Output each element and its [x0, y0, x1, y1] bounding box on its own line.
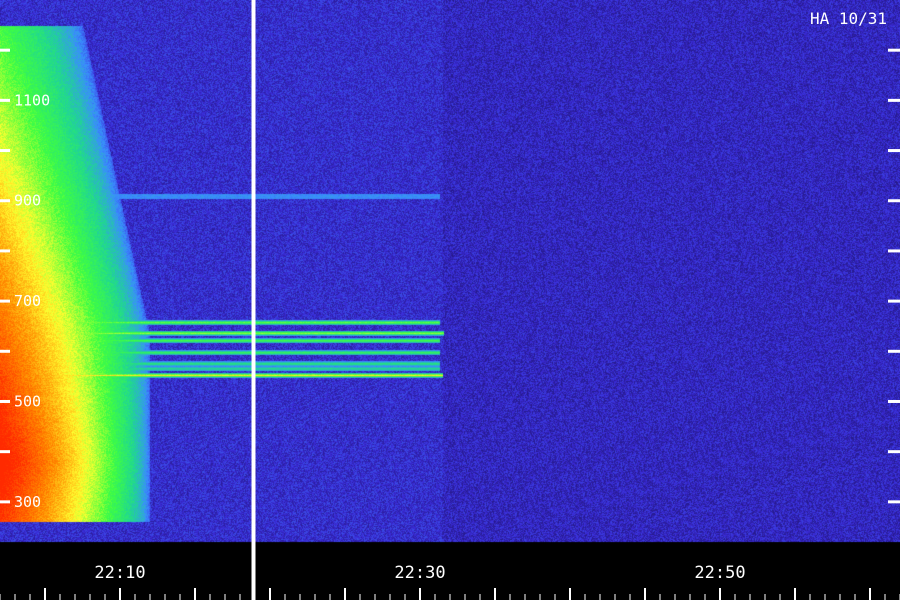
x-tick-label: 22:10: [94, 563, 145, 583]
y-tick-label: 1100: [14, 91, 50, 109]
y-tick-label: 900: [14, 192, 41, 210]
x-tick-label: 22:30: [394, 563, 445, 583]
y-tick-label: 500: [14, 392, 41, 410]
y-tick-label: 700: [14, 292, 41, 310]
y-axis: 1100 900 700 500 300: [0, 48, 900, 511]
spectrogram-axes: 1100 900 700 500 300 22:10 22:30 22:50 HA 10/3…: [0, 0, 900, 600]
x-axis: 22:10 22:30 22:50: [0, 563, 900, 600]
y-tick-label: 300: [14, 493, 41, 511]
station-date-label: HA 10/31: [810, 9, 887, 28]
x-tick-label: 22:50: [694, 563, 745, 583]
